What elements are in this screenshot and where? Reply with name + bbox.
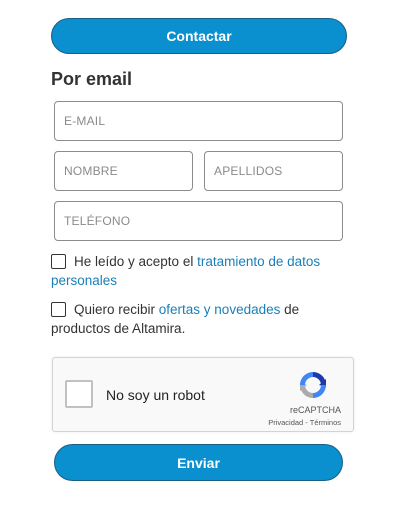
privacy-checkbox[interactable] bbox=[51, 254, 66, 269]
offers-link[interactable]: ofertas y novedades bbox=[159, 302, 281, 317]
recaptcha-checkbox[interactable] bbox=[65, 380, 93, 408]
submit-button[interactable]: Enviar bbox=[54, 444, 343, 481]
email-field[interactable] bbox=[54, 101, 343, 141]
recaptcha-widget: No soy un robot reCAPTCHA Privacidad - T… bbox=[52, 357, 354, 432]
apellidos-input[interactable] bbox=[205, 152, 342, 190]
email-input[interactable] bbox=[55, 102, 342, 140]
telefono-input[interactable] bbox=[55, 202, 342, 240]
offers-checkbox[interactable] bbox=[51, 302, 66, 317]
recaptcha-links[interactable]: Privacidad - Términos bbox=[268, 418, 341, 427]
recaptcha-label: No soy un robot bbox=[106, 387, 205, 403]
nombre-field[interactable] bbox=[54, 151, 193, 191]
privacy-text: He leído y acepto el bbox=[74, 254, 198, 269]
submit-button-label: Enviar bbox=[177, 454, 220, 471]
recaptcha-brand: reCAPTCHA bbox=[289, 405, 341, 415]
contact-button[interactable]: Contactar bbox=[51, 18, 347, 54]
contact-button-label: Contactar bbox=[166, 28, 232, 44]
privacy-consent-row: He leído y acepto el tratamiento de dato… bbox=[51, 252, 351, 290]
nombre-input[interactable] bbox=[55, 152, 192, 190]
telefono-field[interactable] bbox=[54, 201, 343, 241]
offers-text-before: Quiero recibir bbox=[74, 302, 159, 317]
offers-consent-row: Quiero recibir ofertas y novedades de pr… bbox=[51, 300, 351, 338]
recaptcha-icon bbox=[300, 372, 326, 398]
section-heading: Por email bbox=[51, 69, 133, 89]
apellidos-field[interactable] bbox=[204, 151, 343, 191]
